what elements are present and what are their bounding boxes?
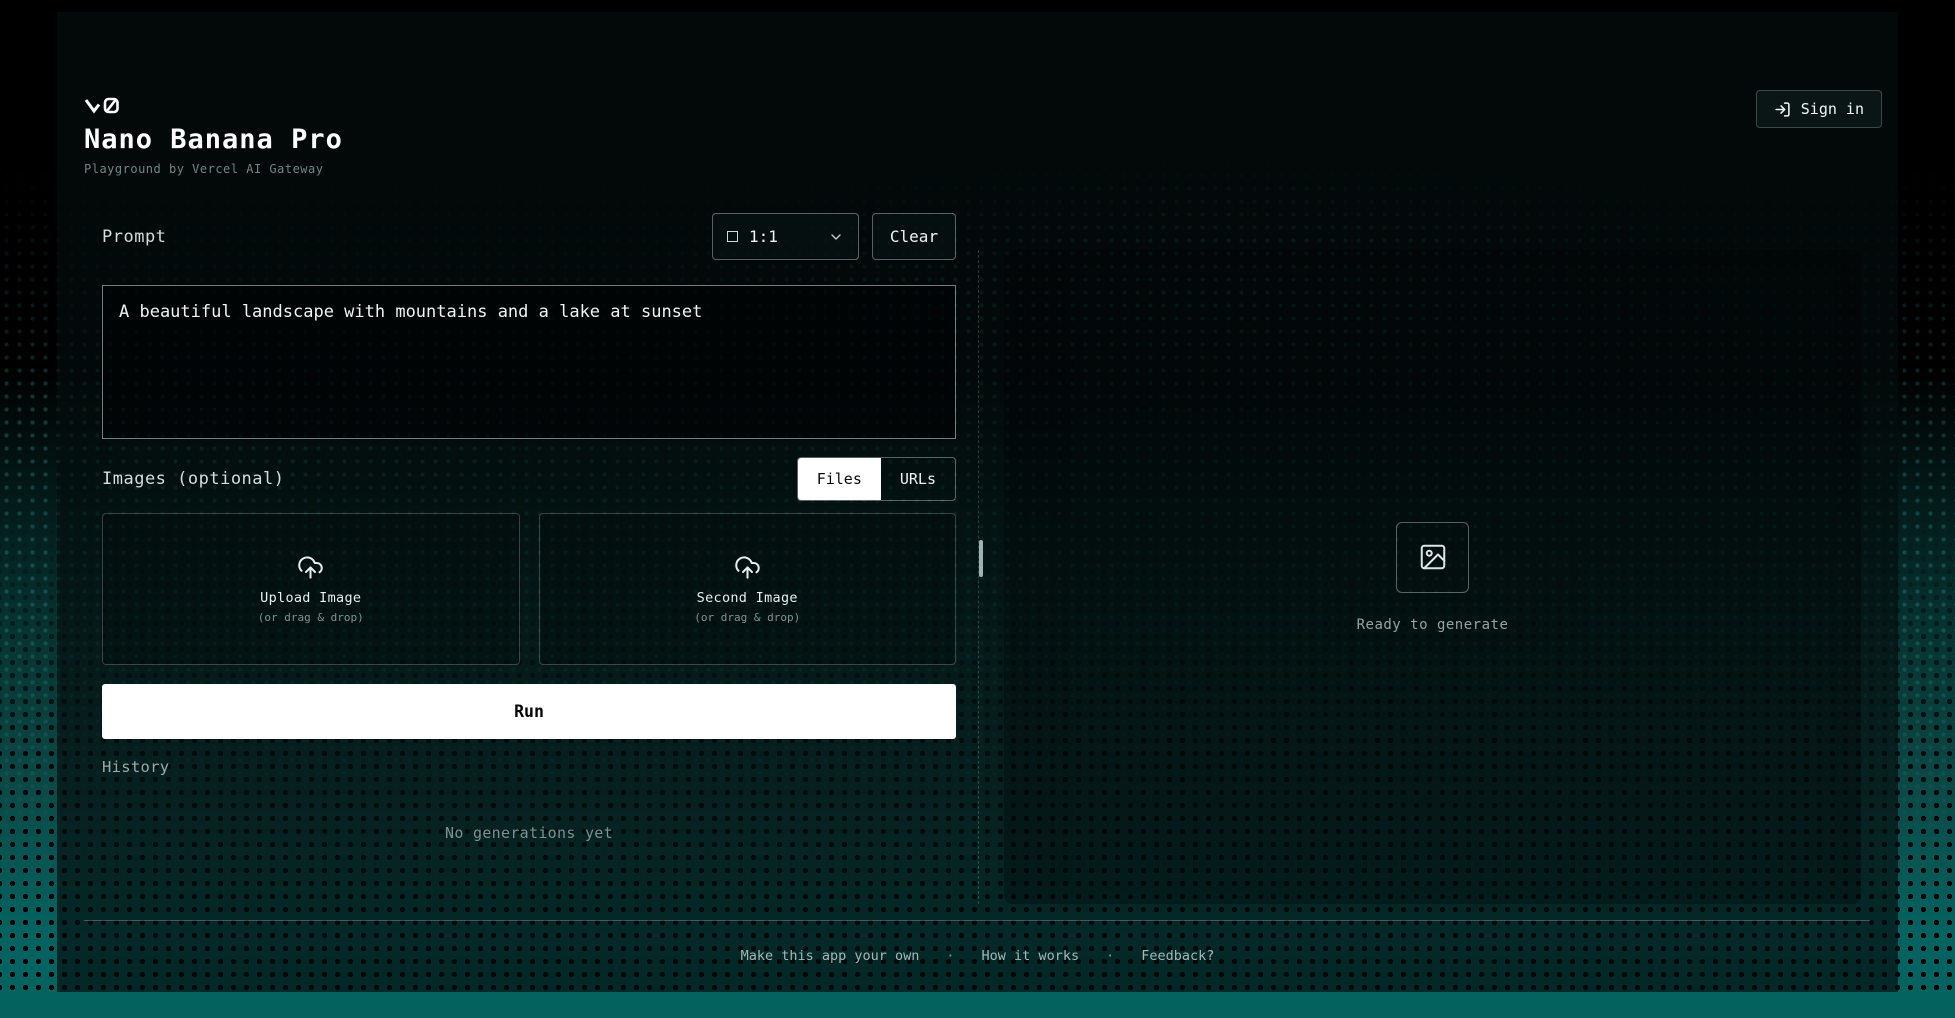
footer-separator: · (946, 948, 954, 964)
page-subtitle: Playground by Vercel AI Gateway (84, 162, 343, 176)
prompt-controls: 1:1 Clear (712, 213, 956, 260)
footer-link-make-your-own[interactable]: Make this app your own (741, 948, 920, 964)
preview-status: Ready to generate (1357, 617, 1509, 633)
upload-image-dropzone[interactable]: Upload Image (or drag & drop) (102, 513, 520, 665)
sign-in-label: Sign in (1801, 100, 1864, 118)
app-container: Nano Banana Pro Playground by Vercel AI … (57, 12, 1898, 992)
images-toolbar: Images (optional) Files URLs (102, 457, 956, 501)
footer: Make this app your own · How it works · … (57, 948, 1898, 964)
clear-button[interactable]: Clear (872, 213, 956, 260)
preview-panel: Ready to generate (1004, 250, 1861, 904)
upload-dropzones: Upload Image (or drag & drop) Second Ima… (102, 513, 956, 665)
footer-link-feedback[interactable]: Feedback? (1141, 948, 1214, 964)
image-icon (1418, 542, 1448, 572)
generator-form: Prompt 1:1 Clear A beautiful landscape w… (102, 213, 956, 842)
footer-link-how-it-works[interactable]: How it works (982, 948, 1080, 964)
tab-files[interactable]: Files (798, 458, 881, 500)
images-label: Images (optional) (102, 469, 285, 489)
upload-subtitle: (or drag & drop) (694, 611, 800, 624)
prompt-toolbar: Prompt 1:1 Clear (102, 213, 956, 260)
footer-divider (84, 920, 1870, 921)
upload-title: Upload Image (260, 590, 361, 606)
tab-urls[interactable]: URLs (881, 458, 955, 500)
footer-separator: · (1106, 948, 1114, 964)
sign-in-button[interactable]: Sign in (1756, 90, 1882, 128)
aspect-ratio-value: 1:1 (749, 227, 778, 246)
log-in-icon (1774, 101, 1791, 118)
cloud-upload-icon (734, 554, 761, 581)
image-placeholder (1396, 522, 1469, 593)
aspect-ratio-select[interactable]: 1:1 (712, 213, 859, 260)
history-label: History (102, 758, 956, 776)
cloud-upload-icon (297, 554, 324, 581)
second-image-dropzone[interactable]: Second Image (or drag & drop) (539, 513, 957, 665)
v0-logo-icon (84, 96, 120, 115)
upload-subtitle: (or drag & drop) (258, 611, 364, 624)
source-toggle: Files URLs (797, 457, 956, 501)
square-icon (727, 231, 738, 242)
upload-title: Second Image (697, 590, 798, 606)
history-empty-text: No generations yet (102, 824, 956, 842)
chevron-down-icon (828, 229, 844, 245)
prompt-textarea[interactable]: A beautiful landscape with mountains and… (102, 285, 956, 439)
run-button[interactable]: Run (102, 684, 956, 739)
brand: Nano Banana Pro Playground by Vercel AI … (84, 96, 343, 176)
page-title: Nano Banana Pro (84, 124, 343, 155)
panel-resizer-handle[interactable] (979, 540, 983, 577)
prompt-label: Prompt (102, 227, 166, 247)
panel-resizer[interactable] (978, 250, 981, 904)
